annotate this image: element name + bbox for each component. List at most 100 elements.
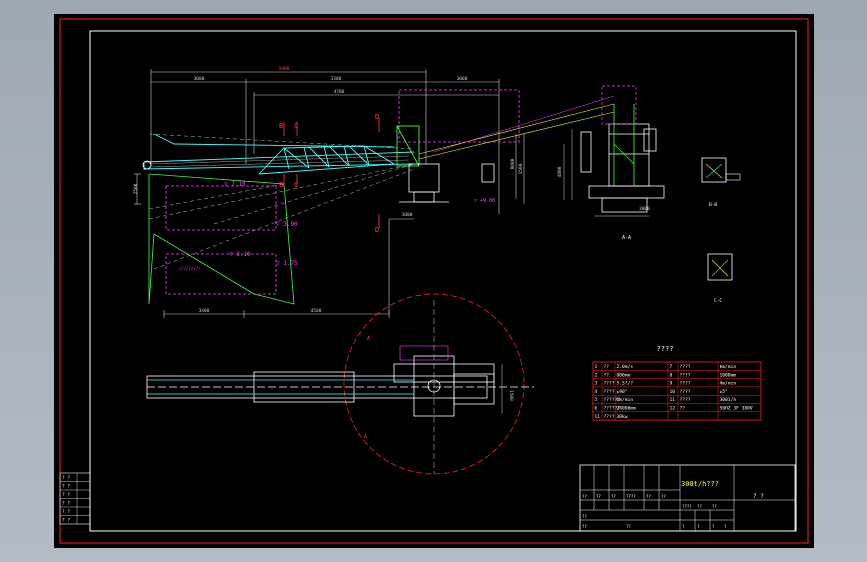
boom-truss (143, 133, 415, 175)
section-mark-c-top: C (294, 122, 298, 130)
title-block-row-label-2: ?? (596, 494, 601, 499)
feed-line (418, 103, 615, 160)
inner-frame (89, 30, 797, 532)
level-mark-4: ▽ 1.75 (276, 260, 298, 267)
revision-table-cell: ? ? (62, 484, 70, 490)
spec-table-cell: ?? (680, 406, 686, 412)
spec-table-cell: 2 (595, 372, 598, 378)
spec-table-cell: 24000mm (617, 406, 637, 412)
dim-base-left: 3400 (199, 308, 210, 314)
level-mark-1: ▽ 7.10 (224, 181, 246, 188)
title-block-row-label-4: ???? (626, 494, 636, 499)
spec-table-cell: 800mm (617, 372, 631, 378)
spec-table-cell: ???? (604, 381, 615, 387)
end-view-zone (601, 85, 637, 125)
level-mark-2: ▽ 3.90 (276, 221, 298, 228)
spec-table-cell: ???? (604, 414, 615, 420)
spec-table-cell: 11 (595, 414, 601, 420)
title-block-project: 300t/h??? (681, 480, 719, 488)
spec-table-cell: ?? (604, 372, 610, 378)
side-view-magenta-zones (165, 89, 520, 295)
detail-cc-label: C-C (714, 298, 722, 304)
spec-table-cell: 9 (670, 381, 673, 387)
spec-table-cell: ???? (604, 389, 615, 395)
title-block: 300t/h??? ? ? ?? ?? ?? ???? ?? ?? ?? ? ? … (579, 464, 796, 532)
title-block-row-label-6: ?? (661, 494, 666, 499)
spec-table-cell: ?? (604, 364, 610, 370)
title-block-sheet-2: ? (697, 524, 700, 529)
revision-table-cell: ? ? (62, 492, 70, 498)
spec-table-cell: 3 (595, 381, 598, 387)
spec-table-cell: 1 (595, 364, 598, 370)
revision-table-cell: ? ? (62, 518, 70, 524)
cad-drawing-canvas[interactable]: 5800 3000 3300 3000 4700 3400 4500 1000 … (54, 14, 814, 548)
section-mark-b-bottom: B (279, 181, 283, 189)
level-mark-5: ▽ +9.00 (474, 198, 495, 204)
title-block-sign-2: ?? (582, 524, 587, 529)
dim-small-right: 1000 (402, 212, 413, 218)
side-view-dimensions (134, 69, 525, 318)
plan-view-tag-b: A (364, 434, 367, 440)
plan-view-outline (146, 355, 534, 417)
spec-table-cell: ???? (680, 397, 691, 403)
spec-table-cell: 4m/min (720, 381, 737, 387)
end-view-outline (580, 123, 665, 213)
spec-table-cell: 6 (595, 406, 598, 412)
dim-vertical-mid: 8000 (510, 158, 516, 169)
plan-view-dim-right: 1500 (508, 390, 514, 401)
revision-table-cell: ? ? (62, 509, 70, 515)
level-mark-3: ▽ 3.10 (229, 251, 251, 258)
revision-table-cell: ? ? (62, 501, 70, 507)
title-block-row-label-3: ?? (611, 494, 616, 499)
end-view-dim-bottom: 3000 (639, 206, 650, 212)
spec-table-cell: 1000mm (720, 372, 737, 378)
dim-vertical-left: 2500 (133, 183, 139, 194)
plan-view-tag-a: A (367, 336, 370, 342)
dim-base-right: 4500 (311, 308, 322, 314)
section-mark-d-top: D (375, 113, 379, 121)
hatch-label: ///////// (179, 266, 201, 271)
dim-left-top: 3000 (194, 76, 205, 82)
title-block-sheet-3: ? (712, 524, 715, 529)
dim-inner: 4700 (334, 89, 345, 95)
spec-table-cell: ???? (680, 372, 691, 378)
drawing-svg: 5800 3000 3300 3000 4700 3400 4500 1000 … (59, 18, 809, 544)
spec-table-cell: 11 (670, 397, 676, 403)
side-view-swing-lines (148, 133, 415, 270)
section-mark-c-bottom: C (294, 181, 298, 189)
end-view-frame (613, 104, 635, 186)
section-mark-b-top: B (279, 122, 283, 130)
plan-view-feed (399, 345, 449, 361)
spec-table-cell: 10 (670, 389, 676, 395)
spec-table-title: ???? (657, 345, 674, 353)
spec-table-cell: 5.5?/? (617, 381, 634, 387)
detail-view-bb: B-B (701, 157, 741, 208)
spec-table-cell: 4 (595, 389, 598, 395)
end-view-dims (563, 129, 649, 217)
title-block-mid-1: ???? (682, 504, 692, 509)
spec-table-cell: ???? (680, 364, 691, 370)
title-block-sign-3: ?? (626, 524, 631, 529)
end-view-aa: 4800 3000 A-A (557, 85, 665, 241)
side-view-swing-envelope (148, 173, 295, 305)
dim-vertical-right: 1500 (518, 163, 524, 174)
end-view-caption: A-A (622, 235, 631, 241)
dim-total-top: 5800 (279, 66, 290, 72)
title-block-row-label-5: ?? (646, 494, 651, 499)
spec-table-cell: 6m/min (617, 397, 634, 403)
title-block-mid-3: ?? (712, 504, 717, 509)
spec-table-cell: 50HZ 3F 380V (720, 406, 753, 412)
spec-table-cell: ???? (680, 381, 691, 387)
spec-table-cell: 3001/h (720, 397, 737, 403)
spec-table-cell: 5 (595, 397, 598, 403)
plan-view: 1500 A A (146, 293, 534, 475)
detail-bb-label: B-B (709, 202, 717, 208)
spec-table-cell: 30kw (617, 414, 628, 420)
section-marks (283, 118, 380, 228)
section-mark-d-bottom: D (375, 226, 379, 234)
title-block-sheet-1: ? (682, 524, 685, 529)
title-block-row-label-1: ?? (582, 494, 587, 499)
title-block-sub: ? ? (753, 493, 764, 500)
spec-table-cell: km/min (720, 364, 737, 370)
detail-view-cc: C-C (707, 253, 733, 304)
